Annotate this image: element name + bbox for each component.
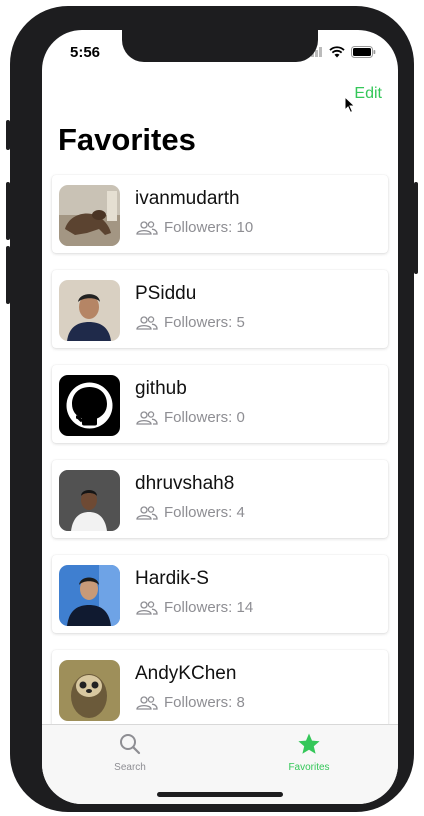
tab-search[interactable]: Search	[80, 733, 180, 773]
favorite-row-hardik-s[interactable]: Hardik-S Followers: 14	[52, 555, 388, 633]
page-title: Favorites	[58, 122, 196, 157]
username: Hardik-S	[135, 568, 209, 589]
device-frame: 5:56 Edit Favorites ivanmudarth Follower…	[6, 6, 418, 812]
github-logo-icon	[59, 375, 120, 436]
people-icon	[136, 600, 158, 615]
tab-favorites[interactable]: Favorites	[259, 733, 359, 773]
search-icon	[120, 734, 141, 755]
phone-screen: 5:56 Edit Favorites ivanmudarth Follower…	[42, 30, 398, 804]
favorite-row-dhruvshah8[interactable]: dhruvshah8 Followers: 4	[52, 460, 388, 538]
volume-down-button	[6, 246, 10, 304]
avatar	[59, 565, 120, 626]
followers-count: Followers: 10	[164, 219, 254, 236]
followers-row: Followers: 5	[136, 314, 245, 331]
people-icon	[136, 315, 158, 330]
followers-row: Followers: 10	[136, 219, 253, 236]
followers-row: Followers: 4	[136, 504, 245, 521]
followers-count: Followers: 8	[164, 694, 245, 711]
people-icon	[136, 410, 158, 425]
side-button	[414, 182, 418, 274]
people-icon	[136, 695, 158, 710]
avatar	[59, 280, 120, 341]
people-icon	[136, 505, 158, 520]
followers-count: Followers: 0	[164, 409, 245, 426]
favorite-row-andykchen[interactable]: AndyKChen Followers: 8	[52, 650, 388, 728]
avatar	[59, 375, 120, 436]
status-icons	[307, 46, 376, 58]
username: dhruvshah8	[135, 473, 235, 494]
followers-count: Followers: 5	[164, 314, 245, 331]
mouse-cursor-icon	[344, 96, 356, 114]
status-time: 5:56	[70, 44, 101, 61]
notch	[122, 30, 318, 62]
username: AndyKChen	[135, 663, 237, 684]
username: ivanmudarth	[135, 188, 240, 209]
tab-search-label: Search	[114, 762, 146, 773]
favorite-row-ivanmudarth[interactable]: ivanmudarth Followers: 10	[52, 175, 388, 253]
volume-up-button	[6, 182, 10, 240]
wifi-icon	[329, 46, 345, 58]
avatar	[59, 185, 120, 246]
people-icon	[136, 220, 158, 235]
followers-row: Followers: 14	[136, 599, 253, 616]
home-indicator	[157, 792, 283, 797]
battery-icon	[351, 46, 376, 58]
star-icon	[298, 733, 320, 754]
followers-count: Followers: 14	[164, 599, 254, 616]
mute-switch	[6, 120, 10, 150]
favorite-row-psiddu[interactable]: PSiddu Followers: 5	[52, 270, 388, 348]
tab-favorites-label: Favorites	[288, 762, 330, 773]
username: github	[135, 378, 187, 399]
favorite-row-github[interactable]: github Followers: 0	[52, 365, 388, 443]
edit-button[interactable]: Edit	[354, 85, 382, 103]
followers-row: Followers: 8	[136, 694, 245, 711]
followers-count: Followers: 4	[164, 504, 245, 521]
username: PSiddu	[135, 283, 197, 304]
followers-row: Followers: 0	[136, 409, 245, 426]
avatar	[59, 470, 120, 531]
avatar	[59, 660, 120, 721]
